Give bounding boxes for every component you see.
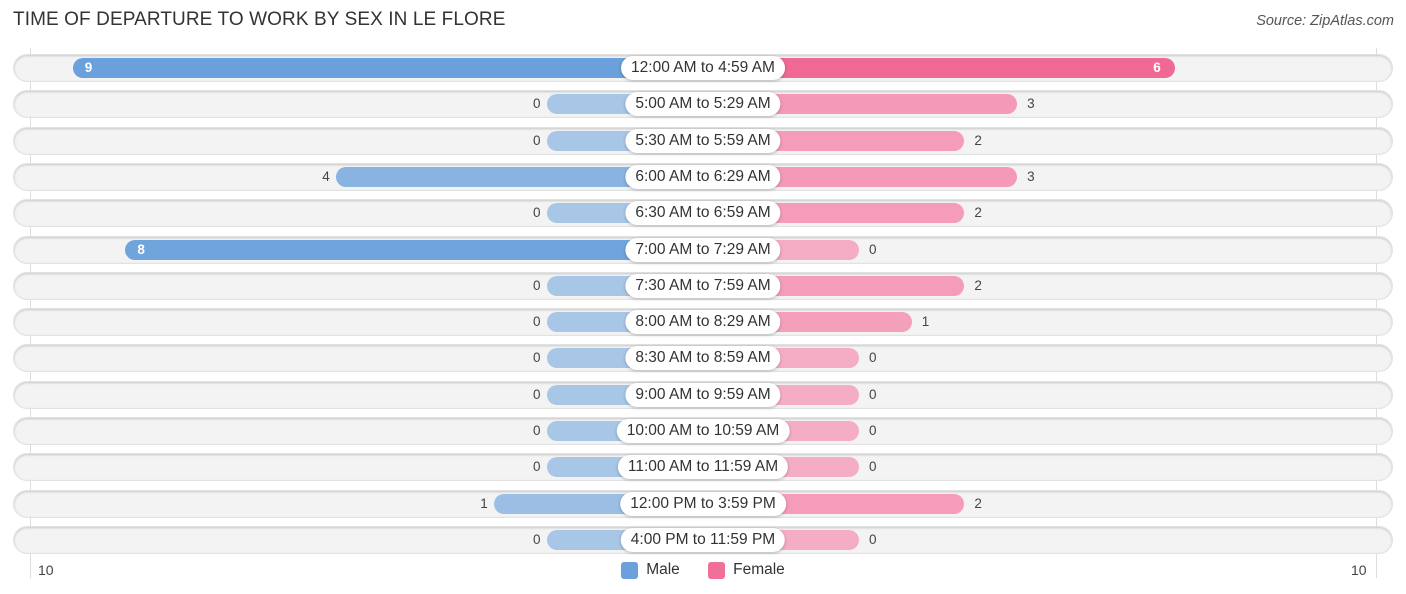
value-label-female: 1	[921, 314, 930, 330]
legend-swatch-female	[708, 561, 726, 579]
category-label: 6:00 AM to 6:29 AM	[625, 164, 781, 189]
category-label: 10:00 AM to 10:59 AM	[616, 419, 790, 443]
value-label-male: 0	[533, 459, 541, 475]
value-label-female: 3	[1027, 168, 1035, 184]
category-label: 6:30 AM to 6:59 AM	[625, 201, 781, 226]
chart-title: TIME OF DEPARTURE TO WORK BY SEX IN LE F…	[13, 9, 506, 30]
category-label: 5:30 AM to 5:59 AM	[625, 128, 781, 153]
value-label-male: 0	[533, 531, 541, 547]
value-label-male: 0	[533, 132, 541, 148]
source-note: Source: ZipAtlas.com	[1256, 13, 1394, 29]
category-label: 7:30 AM to 7:59 AM	[625, 273, 781, 298]
category-label: 8:00 AM to 8:29 AM	[625, 310, 781, 335]
value-label-female: 0	[869, 423, 877, 438]
category-label: 12:00 AM to 4:59 AM	[621, 56, 785, 80]
value-label-male: 0	[533, 350, 541, 366]
legend: Male Female	[0, 561, 1406, 584]
value-label-female: 2	[974, 132, 982, 148]
legend-label-male: Male	[646, 561, 680, 578]
value-label-male: 0	[533, 314, 541, 330]
value-label-male: 0	[533, 205, 541, 221]
value-label-female: 0	[869, 531, 877, 547]
value-label-male: 0	[533, 423, 541, 438]
value-label-male: 0	[533, 386, 541, 402]
value-label-female: 0	[869, 459, 877, 475]
category-label: 11:00 AM to 11:59 AM	[617, 455, 789, 480]
value-label-male: 1	[480, 495, 488, 511]
value-label-male: 9	[84, 60, 93, 75]
legend-item-female: Female	[708, 561, 785, 579]
category-label: 12:00 PM to 3:59 PM	[620, 491, 786, 516]
category-label: 7:00 AM to 7:29 AM	[625, 237, 781, 262]
category-label: 9:00 AM to 9:59 AM	[625, 382, 781, 407]
category-label: 8:30 AM to 8:59 AM	[625, 346, 781, 371]
value-label-male: 0	[533, 96, 541, 112]
category-label: 4:00 PM to 11:59 PM	[620, 527, 786, 552]
value-label-male: 8	[137, 241, 145, 257]
value-label-female: 0	[869, 386, 877, 402]
legend-swatch-male	[621, 561, 639, 579]
value-label-male: 4	[322, 168, 330, 184]
value-label-female: 2	[974, 495, 982, 511]
legend-item-male: Male	[621, 561, 680, 579]
value-label-female: 0	[869, 350, 877, 366]
legend-label-female: Female	[733, 561, 785, 578]
category-label: 5:00 AM to 5:29 AM	[625, 92, 781, 117]
value-label-female: 2	[974, 205, 982, 221]
value-label-female: 3	[1027, 96, 1035, 112]
value-label-female: 6	[1153, 60, 1161, 75]
bar-male[interactable]	[72, 58, 703, 78]
bar-male[interactable]	[125, 239, 703, 260]
value-label-female: 2	[974, 277, 982, 293]
value-label-male: 0	[533, 277, 541, 293]
value-label-female: 0	[869, 241, 877, 257]
